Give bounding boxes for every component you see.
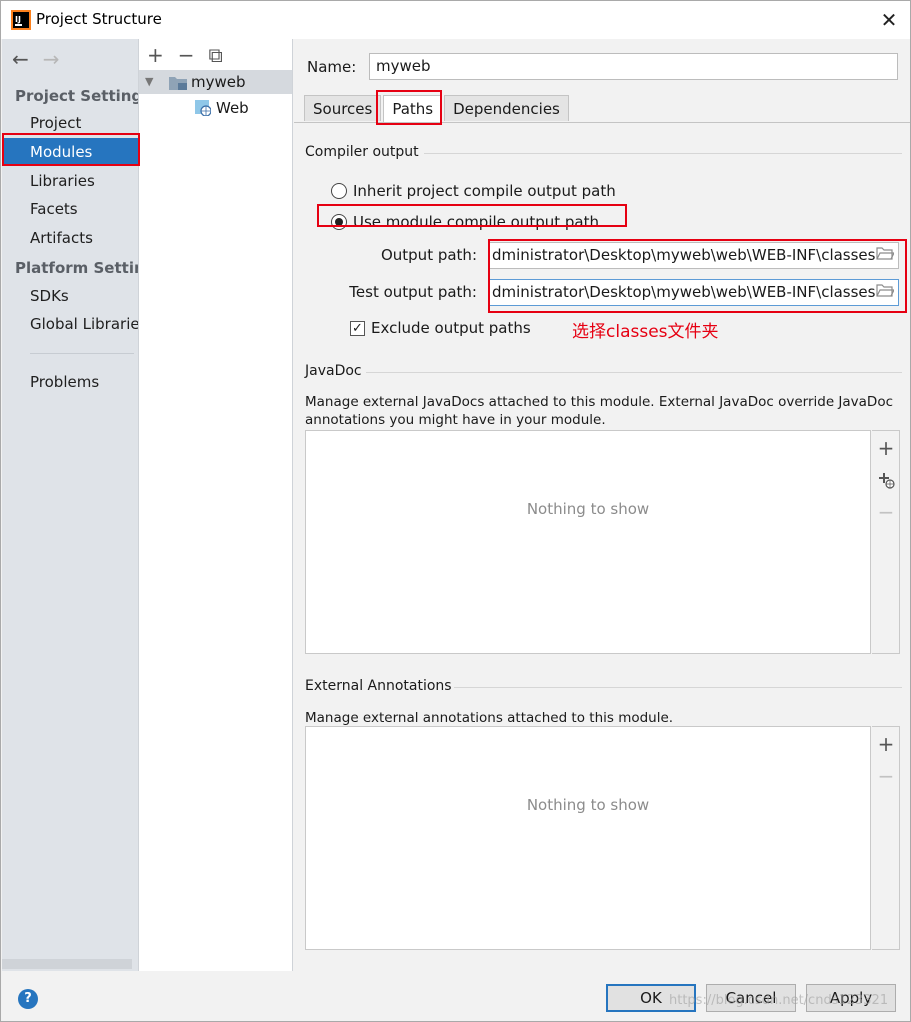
tab-sources[interactable]: Sources — [304, 95, 382, 121]
remove-icon[interactable]: − — [178, 43, 195, 67]
tab-paths[interactable]: Paths — [383, 95, 443, 123]
javadoc-description: Manage external JavaDocs attached to thi… — [305, 394, 894, 428]
browse-folder-icon[interactable] — [874, 283, 896, 302]
sidebar-separator — [30, 353, 134, 354]
empty-list-text: Nothing to show — [526, 500, 650, 518]
checkmark-icon[interactable]: ✓ — [350, 320, 365, 336]
checkbox-label: Exclude output paths — [371, 319, 531, 337]
sidebar-item-facets[interactable]: Facets — [2, 195, 138, 223]
settings-sidebar: ← → Project Settings Project Modules Lib… — [2, 39, 155, 971]
compiler-output-title: Compiler output — [305, 144, 419, 160]
sidebar-item-modules[interactable]: Modules — [2, 138, 138, 166]
project-settings-heading: Project Settings — [15, 87, 152, 105]
web-facet-icon — [195, 100, 211, 116]
add-icon[interactable]: + — [147, 43, 164, 67]
cancel-button[interactable]: Cancel — [706, 984, 796, 1012]
test-output-path-label: Test output path: — [349, 283, 477, 301]
external-annotations-title: External Annotations — [305, 678, 452, 694]
module-settings-content: Name: myweb Sources Paths Dependencies C… — [294, 39, 910, 971]
tree-toolbar: + − ⧉ — [147, 43, 223, 67]
radio-button-selected[interactable] — [331, 214, 347, 230]
back-arrow-icon[interactable]: ← — [12, 47, 29, 71]
module-name-input[interactable]: myweb — [369, 53, 898, 80]
external-annotations-list[interactable]: Nothing to show — [305, 726, 871, 950]
sidebar-item-sdks[interactable]: SDKs — [2, 282, 138, 310]
name-label: Name: — [307, 58, 357, 76]
tree-node-myweb[interactable]: ▼ myweb — [139, 70, 292, 94]
javadoc-list[interactable]: Nothing to show — [305, 430, 871, 654]
copy-icon[interactable]: ⧉ — [209, 43, 223, 67]
module-tabs: Sources Paths Dependencies — [304, 95, 571, 123]
tree-node-label: Web — [216, 99, 249, 117]
remove-icon[interactable]: − — [872, 501, 900, 523]
forward-arrow-icon[interactable]: → — [43, 47, 60, 71]
sidebar-horizontal-scrollbar[interactable] — [2, 959, 132, 969]
external-annotations-list-toolbar: + − — [872, 726, 900, 950]
browse-folder-icon[interactable] — [874, 246, 896, 265]
exclude-output-paths-checkbox[interactable]: ✓ Exclude output paths — [350, 317, 531, 339]
add-url-icon[interactable] — [872, 469, 900, 491]
external-annotations-description: Manage external annotations attached to … — [305, 710, 674, 726]
apply-button[interactable]: Apply — [806, 984, 896, 1012]
annotation-text: 选择classes文件夹 — [572, 322, 719, 342]
module-folder-icon — [169, 77, 187, 90]
platform-settings-heading: Platform Setting — [15, 259, 156, 277]
chevron-down-icon[interactable]: ▼ — [145, 70, 153, 94]
javadoc-list-toolbar: + − — [872, 430, 900, 654]
project-structure-dialog: IJ Project Structure ✕ ← → Project Setti… — [0, 0, 911, 1022]
sidebar-item-problems[interactable]: Problems — [2, 368, 138, 396]
output-path-label: Output path: — [380, 246, 477, 264]
module-tree-pane: + − ⧉ ▼ myweb Web — [138, 39, 293, 971]
radio-button[interactable] — [331, 183, 347, 199]
help-icon[interactable]: ? — [18, 989, 38, 1009]
javadoc-title: JavaDoc — [305, 363, 362, 379]
radio-label: Use module compile output path — [353, 213, 600, 231]
close-icon[interactable]: ✕ — [873, 5, 905, 35]
section-divider — [366, 372, 902, 373]
ok-button[interactable]: OK — [606, 984, 696, 1012]
title-bar: IJ Project Structure ✕ — [1, 1, 910, 39]
section-divider — [454, 687, 902, 688]
output-path-value: dministrator\Desktop\myweb\web\WEB-INF\c… — [492, 246, 876, 264]
window-title: Project Structure — [36, 10, 162, 28]
add-icon[interactable]: + — [872, 733, 900, 755]
remove-icon[interactable]: − — [872, 765, 900, 787]
tab-dependencies[interactable]: Dependencies — [444, 95, 569, 121]
sidebar-item-project[interactable]: Project — [2, 109, 138, 137]
add-icon[interactable]: + — [872, 437, 900, 459]
radio-use-module-output-path[interactable]: Use module compile output path — [331, 211, 599, 233]
tree-node-label: myweb — [191, 73, 246, 91]
sidebar-item-global-libraries[interactable]: Global Libraries — [2, 310, 138, 338]
output-path-field[interactable]: dministrator\Desktop\myweb\web\WEB-INF\c… — [489, 242, 899, 269]
sidebar-item-libraries[interactable]: Libraries — [2, 167, 138, 195]
intellij-app-icon: IJ — [11, 10, 31, 30]
sidebar-item-artifacts[interactable]: Artifacts — [2, 224, 138, 252]
empty-list-text: Nothing to show — [526, 796, 650, 814]
radio-label: Inherit project compile output path — [353, 182, 616, 200]
radio-inherit-output-path[interactable]: Inherit project compile output path — [331, 180, 616, 202]
nav-arrows: ← → — [12, 47, 60, 71]
section-divider — [424, 153, 902, 154]
test-output-path-value: dministrator\Desktop\myweb\web\WEB-INF\c… — [492, 283, 876, 301]
svg-text:IJ: IJ — [15, 15, 21, 24]
test-output-path-field[interactable]: dministrator\Desktop\myweb\web\WEB-INF\c… — [489, 279, 899, 306]
paths-panel: Compiler output Inherit project compile … — [294, 123, 910, 971]
